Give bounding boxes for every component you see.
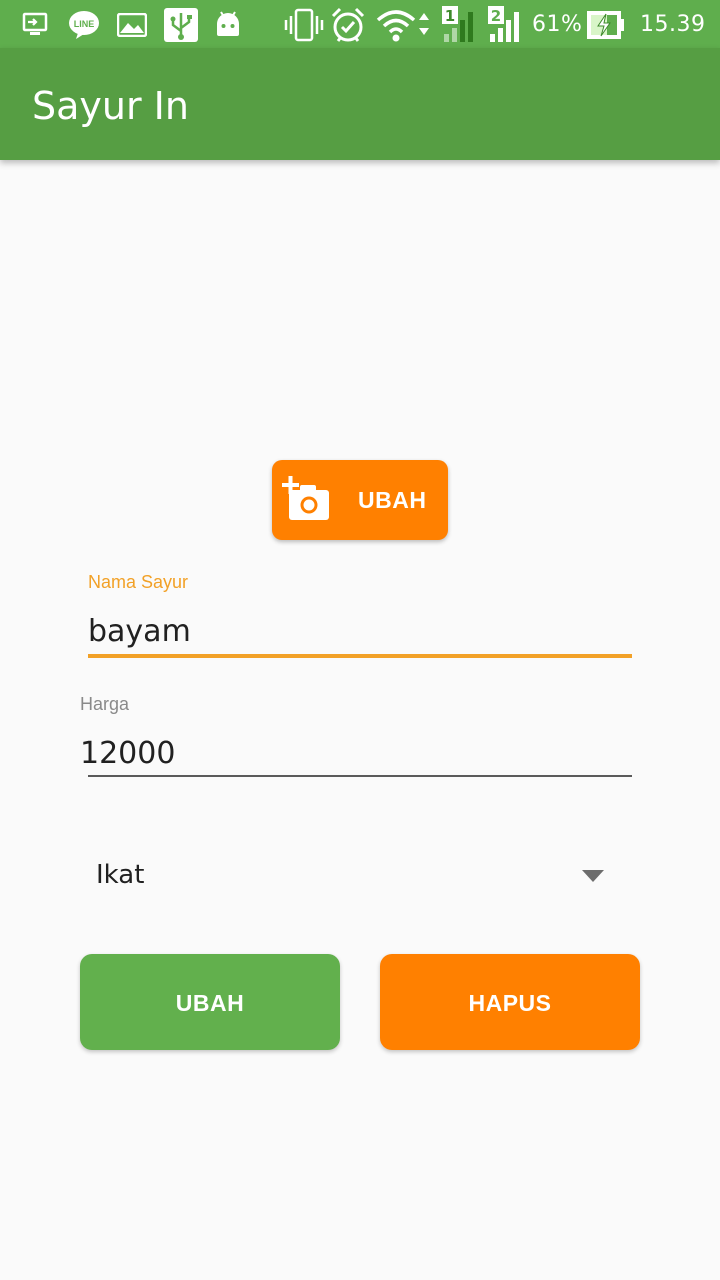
android-debug-icon (217, 11, 239, 36)
signal-sim1-icon: 1 (442, 6, 473, 42)
line-app-icon: LINE (69, 11, 99, 39)
update-button-label: UBAH (175, 990, 245, 1016)
wifi-icon (376, 10, 429, 42)
svg-text:2: 2 (491, 7, 501, 25)
screen: LINE 1 2 61% 15.39 Sayur In UBAH Nama Sa… (0, 0, 720, 1280)
change-photo-button[interactable]: UBAH (272, 460, 448, 540)
unit-spinner-value: Ikat (96, 860, 145, 890)
delete-button[interactable]: HAPUS (380, 954, 640, 1050)
add-photo-icon (282, 476, 329, 520)
status-bar: LINE 1 2 61% 15.39 (0, 0, 720, 48)
name-input[interactable] (88, 612, 628, 650)
unit-spinner[interactable]: Ikat (80, 840, 640, 910)
signal-sim2-icon: 2 (488, 6, 519, 42)
price-input[interactable] (80, 734, 628, 772)
app-title: Sayur In (32, 84, 189, 128)
screen-share-icon (22, 12, 48, 35)
battery-percent: 61% (532, 12, 583, 37)
usb-icon (164, 8, 198, 42)
battery-charging-icon (587, 11, 624, 39)
alarm-icon (331, 7, 365, 42)
price-field-underline (88, 775, 632, 777)
update-button[interactable]: UBAH (80, 954, 340, 1050)
svg-text:1: 1 (445, 7, 455, 25)
name-field-label: Nama Sayur (88, 572, 189, 592)
delete-button-label: HAPUS (468, 990, 552, 1016)
app-bar: Sayur In (0, 48, 720, 160)
price-field-label: Harga (80, 694, 130, 714)
dropdown-arrow-icon (582, 870, 604, 882)
name-field-underline (88, 654, 632, 658)
clock: 15.39 (640, 12, 706, 37)
image-icon (117, 13, 147, 37)
change-photo-label: UBAH (358, 487, 427, 513)
svg-text:LINE: LINE (74, 19, 95, 29)
vibrate-icon (284, 8, 324, 42)
